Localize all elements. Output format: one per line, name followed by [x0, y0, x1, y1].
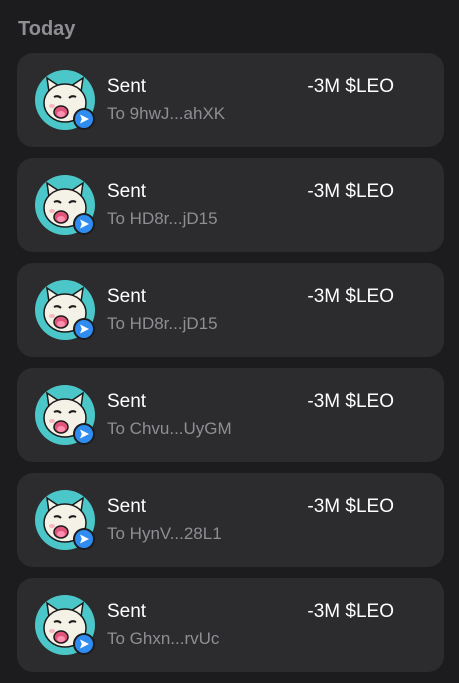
transaction-amount: -3M $LEO [307, 181, 394, 202]
transaction-title: Sent [107, 76, 147, 97]
transaction-card[interactable]: Sent To HynV...28L1 -3M $LEO [17, 473, 444, 567]
send-arrow-icon [73, 633, 95, 655]
transaction-card[interactable]: Sent To Ghxn...rvUc -3M $LEO [17, 578, 444, 672]
send-arrow-icon [73, 423, 95, 445]
transaction-recipient: To HD8r...jD15 [107, 209, 218, 228]
transaction-card[interactable]: Sent To HD8r...jD15 -3M $LEO [17, 263, 444, 357]
transaction-title: Sent [107, 181, 147, 202]
transaction-card[interactable]: Sent To HD8r...jD15 -3M $LEO [17, 158, 444, 252]
transaction-title: Sent [107, 286, 147, 307]
send-arrow-icon [73, 108, 95, 130]
transaction-amount: -3M $LEO [307, 76, 394, 97]
send-arrow-icon [73, 213, 95, 235]
transaction-recipient: To Chvu...UyGM [107, 419, 232, 438]
send-arrow-icon [73, 528, 95, 550]
transaction-recipient: To 9hwJ...ahXK [107, 104, 226, 123]
send-arrow-icon [73, 318, 95, 340]
transaction-recipient: To Ghxn...rvUc [107, 629, 220, 648]
transaction-list: Sent To 9hwJ...ahXK -3M $LEO Sent To HD8… [17, 53, 444, 683]
transaction-title: Sent [107, 601, 147, 622]
transaction-amount: -3M $LEO [307, 601, 394, 622]
section-title-today: Today [18, 18, 76, 40]
transaction-card[interactable]: Sent To Chvu...UyGM -3M $LEO [17, 368, 444, 462]
transaction-amount: -3M $LEO [307, 391, 394, 412]
transaction-recipient: To HD8r...jD15 [107, 314, 218, 333]
transaction-recipient: To HynV...28L1 [107, 524, 222, 543]
transaction-title: Sent [107, 496, 147, 517]
transaction-title: Sent [107, 391, 147, 412]
transaction-card[interactable]: Sent To 9hwJ...ahXK -3M $LEO [17, 53, 444, 147]
transaction-amount: -3M $LEO [307, 286, 394, 307]
transaction-amount: -3M $LEO [307, 496, 394, 517]
